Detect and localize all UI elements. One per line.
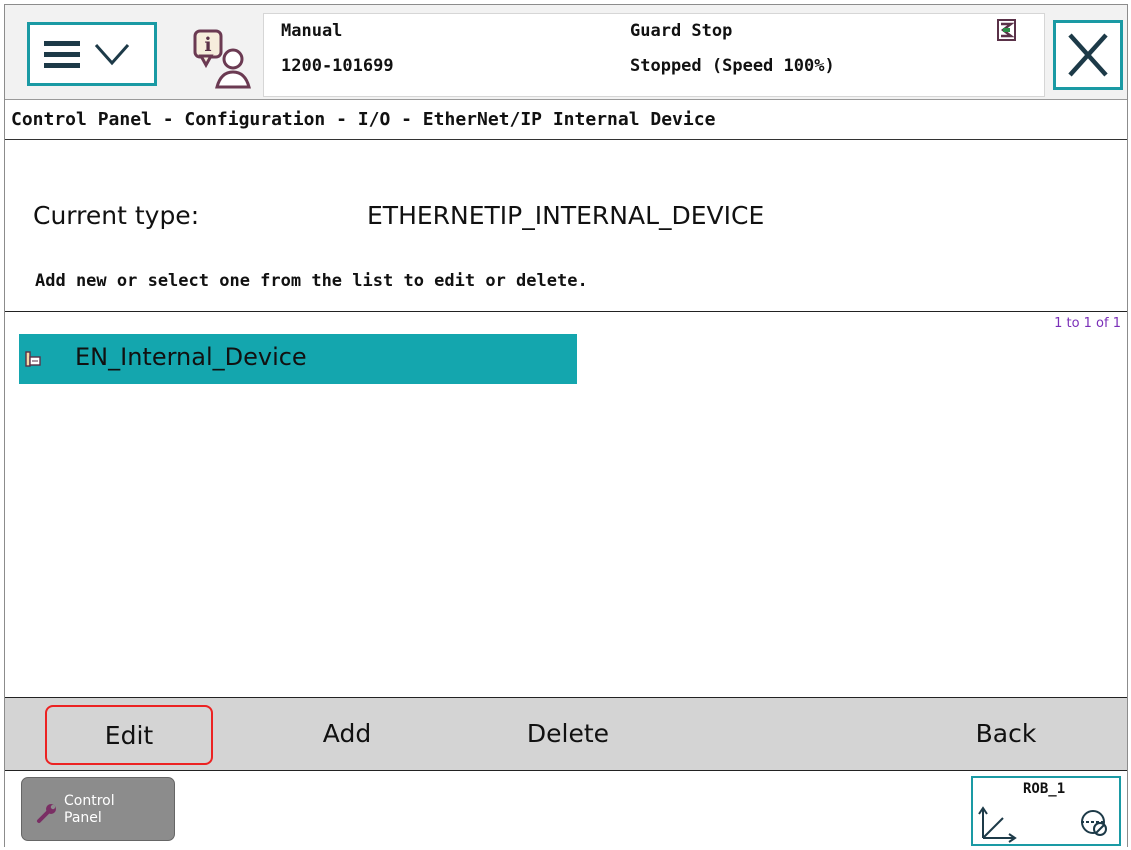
safety-state: Guard Stop xyxy=(630,21,733,41)
operating-mode: Manual xyxy=(281,21,343,41)
delete-button[interactable]: Delete xyxy=(503,698,633,770)
list-count: 1 to 1 of 1 xyxy=(1054,316,1121,331)
taskbar: Control Panel ROB_1 xyxy=(5,771,1127,848)
command-bar: Edit Add Delete Back xyxy=(5,697,1127,771)
list-item[interactable]: EN_Internal_Device xyxy=(19,334,577,384)
back-button[interactable]: Back xyxy=(951,698,1061,770)
control-panel-task-button[interactable]: Control Panel xyxy=(21,777,175,841)
svg-text:i: i xyxy=(204,34,211,56)
instructions-text: Add new or select one from the list to e… xyxy=(35,271,588,291)
robot-coordinate-icon xyxy=(978,806,1107,843)
close-button[interactable] xyxy=(1053,20,1123,90)
io-device-icon xyxy=(25,351,41,367)
wrench-icon xyxy=(37,804,56,823)
device-list[interactable]: 1 to 1 of 1 EN_Internal_Device xyxy=(5,311,1127,700)
top-bar: i Manual 1200-101699 Guard Stop Stopped … xyxy=(5,5,1127,100)
system-name: 1200-101699 xyxy=(281,56,394,76)
main-menu-button[interactable] xyxy=(27,22,157,86)
current-type-value: ETHERNETIP_INTERNAL_DEVICE xyxy=(367,201,765,230)
control-panel-task-label: Control Panel xyxy=(64,793,115,826)
hamburger-chevron-icon xyxy=(44,41,130,68)
user-info-button[interactable]: i xyxy=(191,27,251,89)
flexpendant-window: i Manual 1200-101699 Guard Stop Stopped … xyxy=(4,4,1128,848)
flag-icon xyxy=(997,19,1016,41)
edit-button[interactable]: Edit xyxy=(45,705,213,765)
user-info-icon: i xyxy=(193,29,251,89)
status-bar[interactable]: Manual 1200-101699 Guard Stop Stopped (S… xyxy=(263,13,1045,97)
current-type-label: Current type: xyxy=(33,201,200,230)
list-item-label: EN_Internal_Device xyxy=(75,343,307,371)
program-state: Stopped (Speed 100%) xyxy=(630,56,835,76)
add-button[interactable]: Add xyxy=(287,698,407,770)
breadcrumb: Control Panel - Configuration - I/O - Et… xyxy=(5,100,1127,140)
close-icon xyxy=(1068,33,1108,77)
quickset-robot-button[interactable]: ROB_1 xyxy=(971,776,1121,846)
